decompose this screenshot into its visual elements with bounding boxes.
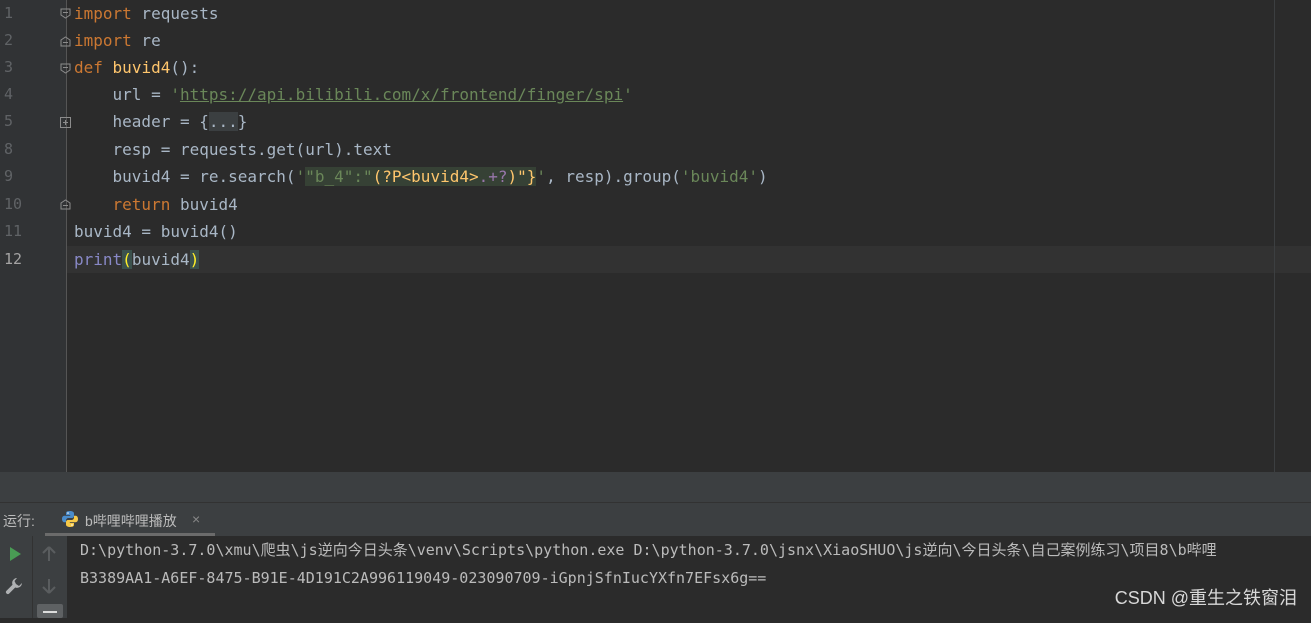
- line-number: 2: [4, 31, 14, 49]
- code-text: header = {: [74, 112, 209, 131]
- wrench-icon[interactable]: [4, 576, 24, 596]
- keyword: import: [74, 31, 132, 50]
- code-line-4: url = 'https://api.bilibili.com/x/fronte…: [74, 81, 633, 108]
- regex-quantifier: .+?: [478, 167, 508, 186]
- code-text: ): [757, 167, 768, 186]
- line-number: 5: [4, 112, 14, 130]
- code-text: url =: [74, 85, 171, 104]
- line-number: 1: [4, 4, 14, 22]
- line-number: 9: [4, 167, 14, 185]
- code-text: buvid4 = re.search(: [74, 167, 296, 186]
- line-number: 8: [4, 140, 14, 158]
- arrow-down-icon[interactable]: [39, 576, 59, 596]
- line-number: 3: [4, 58, 14, 76]
- run-tool-window-header: 运行: b哔哩哔哩播放 ×: [0, 502, 1311, 537]
- code-text: requests: [131, 4, 219, 23]
- run-label: 运行:: [3, 513, 35, 529]
- code-line-11: buvid4 = buvid4(): [74, 218, 238, 245]
- line-number: 11: [4, 222, 23, 240]
- console-command-line: D:\python-3.7.0\xmu\爬虫\js逆向今日头条\venv\Scr…: [80, 541, 1217, 559]
- code-text: buvid4: [131, 250, 190, 269]
- code-text: buvid4 = buvid4(): [74, 222, 238, 241]
- run-toolbar: [0, 536, 32, 618]
- line-number: 10: [4, 195, 23, 213]
- fold-start-icon[interactable]: [60, 63, 71, 74]
- regex-text: "b_4":": [305, 167, 373, 186]
- console-output-line: B3389AA1-A6EF-8475-B91E-4D191C2A99611904…: [80, 569, 767, 587]
- code-text: ():: [170, 58, 200, 77]
- console-toolbar: [32, 536, 67, 618]
- code-text: buvid4: [170, 195, 238, 214]
- code-line-10: return buvid4: [74, 191, 238, 218]
- run-icon[interactable]: [5, 544, 25, 564]
- fold-end-icon[interactable]: [60, 36, 71, 47]
- fold-expand-icon[interactable]: [60, 117, 71, 128]
- string-quote: ': [536, 167, 547, 186]
- code-text: resp = requests.get(url).text: [74, 140, 392, 159]
- python-icon: [61, 510, 79, 528]
- code-line-12: print(buvid4): [74, 246, 200, 273]
- close-icon[interactable]: ×: [192, 511, 200, 527]
- code-line-2: import re: [74, 27, 161, 54]
- run-tab-title: b哔哩哔哩播放: [85, 513, 177, 529]
- watermark: CSDN @重生之铁窗泪: [1114, 588, 1297, 608]
- string-quote: ': [623, 85, 633, 104]
- keyword: return: [74, 195, 171, 214]
- string-literal: 'buvid4': [680, 167, 758, 186]
- fold-start-icon[interactable]: [60, 8, 71, 19]
- run-tab[interactable]: b哔哩哔哩播放 ×: [45, 503, 215, 537]
- keyword: def: [74, 58, 103, 77]
- code-line-8: resp = requests.get(url).text: [74, 136, 392, 163]
- code-line-9: buvid4 = re.search('"b_4":"(?P<buvid4>.+…: [74, 163, 768, 190]
- string-quote: ': [295, 167, 306, 186]
- code-text: }: [237, 112, 248, 131]
- folded-region[interactable]: ...: [208, 112, 238, 131]
- code-editor[interactable]: 1 2 3 4 5 8 9 10 11 12 import requests i…: [0, 0, 1311, 472]
- code-line-5: header = {...}: [74, 108, 247, 135]
- panel-separator[interactable]: [0, 472, 1311, 502]
- builtin-function: print: [74, 250, 123, 269]
- code-line-3: def buvid4():: [74, 54, 199, 81]
- regex-group-close: )"}: [507, 167, 537, 186]
- string-quote: ': [170, 85, 180, 104]
- current-line-highlight: [67, 246, 1311, 273]
- current-line-number: 12: [4, 250, 23, 268]
- keyword: import: [74, 4, 132, 23]
- url-link[interactable]: https://api.bilibili.com/x/frontend/fing…: [180, 85, 623, 104]
- right-margin-guide: [1274, 0, 1275, 472]
- line-number: 4: [4, 85, 14, 103]
- fold-end-icon[interactable]: [60, 199, 71, 210]
- arrow-up-icon[interactable]: [39, 544, 59, 564]
- matched-paren: ): [189, 250, 200, 269]
- regex-group: (?P<buvid4>: [372, 167, 479, 186]
- code-line-1: import requests: [74, 0, 219, 27]
- code-text: , resp).group(: [546, 167, 681, 186]
- matched-paren: (: [122, 250, 132, 269]
- collapse-icon[interactable]: [37, 604, 63, 618]
- line-number-gutter: 1 2 3 4 5 8 9 10 11 12: [0, 0, 67, 472]
- code-text: re: [131, 31, 161, 50]
- function-name: buvid4: [112, 58, 171, 77]
